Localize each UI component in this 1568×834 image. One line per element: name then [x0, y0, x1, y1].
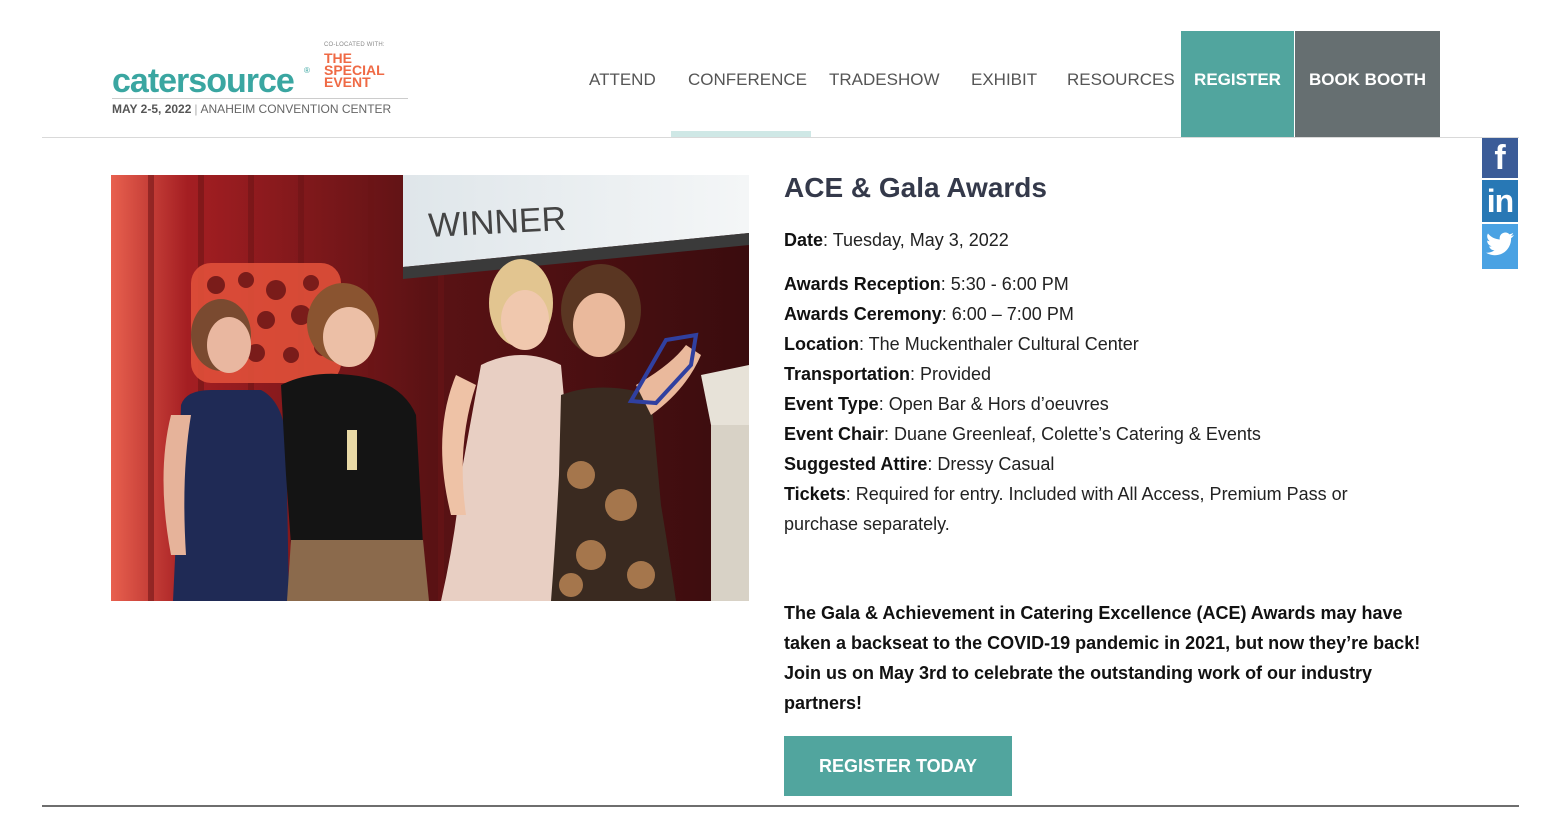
event-date: Date: Tuesday, May 3, 2022: [784, 225, 1009, 255]
logo-subtitle: MAY 2-5, 2022 | ANAHEIM CONVENTION CENTER: [112, 102, 391, 116]
logo-colocated-label: CO-LOCATED WITH:: [324, 42, 385, 48]
event-dates: MAY 2-5, 2022: [112, 102, 192, 116]
nav-conference[interactable]: CONFERENCE: [688, 31, 807, 137]
logo-registered-mark: ®: [304, 66, 310, 75]
detail-value: : Dressy Casual: [927, 454, 1055, 474]
twitter-icon[interactable]: [1482, 224, 1518, 269]
awards-reception-detail: Awards Reception: 5:30 - 6:00 PM: [784, 269, 1069, 299]
page-title: ACE & Gala Awards: [784, 172, 1047, 203]
detail-value: : Provided: [910, 364, 992, 384]
detail-label: Location: [784, 334, 859, 354]
detail-value: : 5:30 - 6:00 PM: [940, 274, 1069, 294]
detail-value: : Tuesday, May 3, 2022: [823, 230, 1009, 250]
register-button[interactable]: REGISTER: [1181, 31, 1294, 137]
logo-wordmark: catersource: [112, 62, 295, 100]
detail-label: Transportation: [784, 364, 911, 384]
nav-resources[interactable]: RESOURCES: [1067, 31, 1175, 137]
event-venue: ANAHEIM CONVENTION CENTER: [200, 102, 392, 116]
detail-value: : Open Bar & Hors d’oeuvres: [878, 394, 1109, 414]
detail-label: Event Type: [784, 394, 879, 414]
header-divider: [42, 137, 1519, 138]
award-winners-photo: WINNER: [111, 175, 749, 601]
detail-label: Suggested Attire: [784, 454, 928, 474]
awards-ceremony-detail: Awards Ceremony: 6:00 – 7:00 PM: [784, 299, 1074, 329]
detail-value: : Required for entry. Included with All …: [784, 484, 1348, 534]
nav-exhibit[interactable]: EXHIBIT: [971, 31, 1037, 137]
footer-divider: [42, 805, 1519, 807]
logo-separator: |: [194, 102, 198, 116]
logo-divider: [112, 98, 408, 99]
register-today-button[interactable]: REGISTER TODAY: [784, 736, 1012, 796]
detail-label: Awards Ceremony: [784, 304, 942, 324]
suggested-attire-detail: Suggested Attire: Dressy Casual: [784, 449, 1054, 479]
linkedin-icon[interactable]: in: [1482, 180, 1518, 222]
detail-value: : The Muckenthaler Cultural Center: [859, 334, 1139, 354]
detail-label: Awards Reception: [784, 274, 941, 294]
transportation-detail: Transportation: Provided: [784, 359, 991, 389]
event-description: The Gala & Achievement in Catering Excel…: [784, 603, 1421, 713]
detail-value: : 6:00 – 7:00 PM: [941, 304, 1074, 324]
event-type-detail: Event Type: Open Bar & Hors d’oeuvres: [784, 389, 1109, 419]
nav-attend[interactable]: ATTEND: [589, 31, 656, 137]
detail-label: Date: [784, 230, 824, 250]
special-event-logo: THE SPECIAL EVENT: [324, 51, 414, 90]
book-booth-button[interactable]: BOOK BOOTH: [1295, 31, 1440, 137]
tickets-detail: Tickets: Required for entry. Included wi…: [784, 479, 1404, 539]
detail-label: Event Chair: [784, 424, 885, 444]
location-detail: Location: The Muckenthaler Cultural Cent…: [784, 329, 1139, 359]
detail-label: Tickets: [784, 484, 846, 504]
nav-tradeshow[interactable]: TRADESHOW: [829, 31, 940, 137]
event-chair-detail: Event Chair: Duane Greenleaf, Colette’s …: [784, 419, 1261, 449]
detail-value: : Duane Greenleaf, Colette’s Catering & …: [884, 424, 1261, 444]
winner-sign-text: WINNER: [427, 200, 567, 245]
special-event-line: EVENT: [324, 74, 371, 90]
facebook-icon[interactable]: f: [1482, 138, 1518, 178]
catersource-logo[interactable]: catersource ® CO-LOCATED WITH: THE SPECI…: [112, 42, 412, 122]
